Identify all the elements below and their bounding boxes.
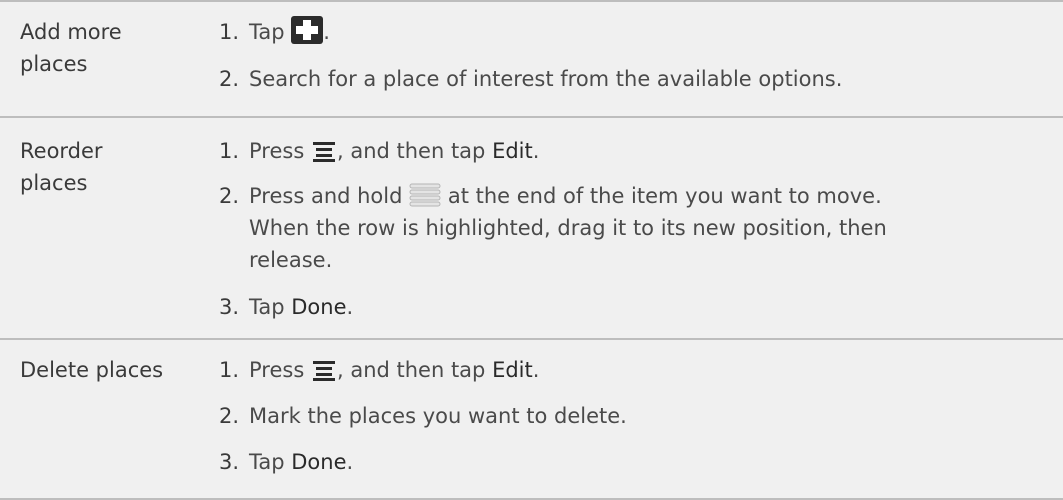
table-row-delete-places: Delete places 1. Press , and then tap Ed…: [0, 338, 1063, 500]
menu-icon: [312, 142, 335, 162]
row-label: Delete places: [20, 358, 164, 382]
table-row-add-more-places: Add more places 1. Tap . 2. Search for a…: [0, 0, 1063, 116]
plus-icon: [291, 16, 324, 44]
instructions-table: Add more places 1. Tap . 2. Search for a…: [0, 0, 1063, 500]
table-row-reorder-places: Reorder places 1. Press , and then tap E…: [0, 116, 1063, 338]
row-label: Add more places: [20, 20, 122, 76]
drag-handle-icon: [409, 183, 441, 207]
menu-icon: [312, 361, 335, 381]
row-label: Reorder places: [20, 139, 103, 195]
